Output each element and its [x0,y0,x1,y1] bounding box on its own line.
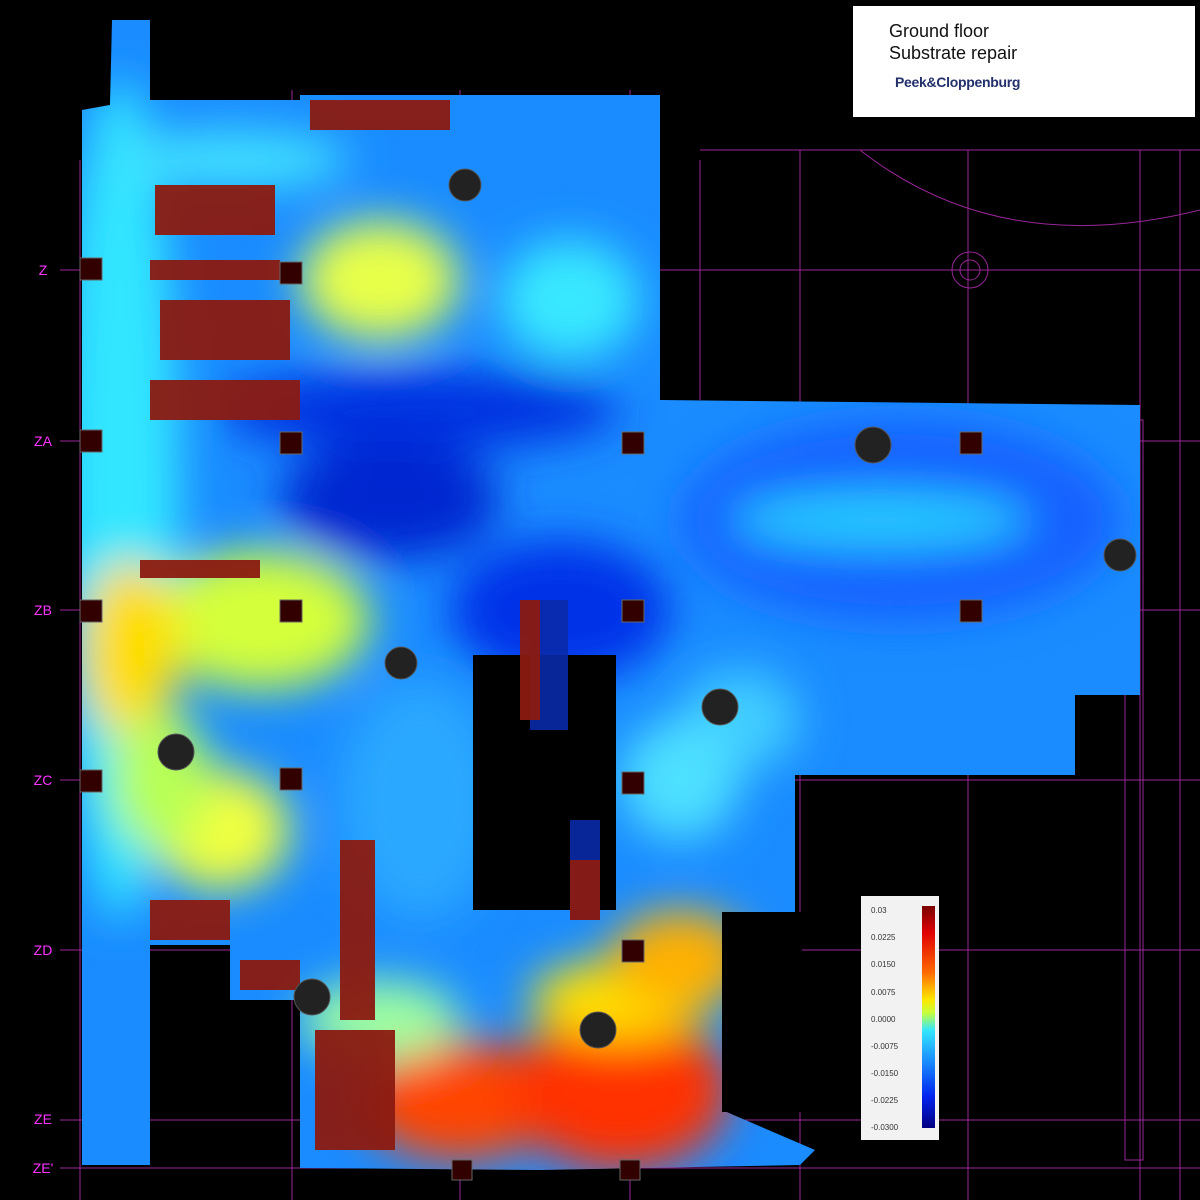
legend-label: 0.03 [871,906,887,915]
legend-label: 0.0225 [871,933,896,942]
legend-label: 0.0075 [871,988,896,997]
grid-label-zc: ZC [33,772,53,788]
title-floor: Ground floor [889,21,990,41]
grid-label-zb: ZB [34,602,52,618]
floor-deviation-map [60,20,1200,1200]
grid-label-z: Z [38,262,48,278]
legend-label: -0.0225 [871,1096,899,1105]
legend-colorbar [922,906,935,1128]
legend-label: -0.0300 [871,1123,899,1132]
legend-label: 0.0000 [871,1015,896,1024]
grid-label-za: ZA [34,433,52,449]
title-box: Ground floor Substrate repair Peek&Clopp… [853,6,1195,117]
legend-label: -0.0075 [871,1042,899,1051]
legend-label: -0.0150 [871,1069,899,1078]
grid-label-ze: ZE [34,1111,52,1127]
legend-label: 0.0150 [871,960,896,969]
grid-label-ze-prime: ZE' [32,1160,54,1176]
color-legend: 0.03 0.0225 0.0150 0.0075 0.0000 -0.0075… [861,896,939,1140]
brand-logo: Peek&Cloppenburg [895,74,1021,90]
grid-label-zd: ZD [33,942,53,958]
title-subtitle: Substrate repair [889,43,1018,63]
